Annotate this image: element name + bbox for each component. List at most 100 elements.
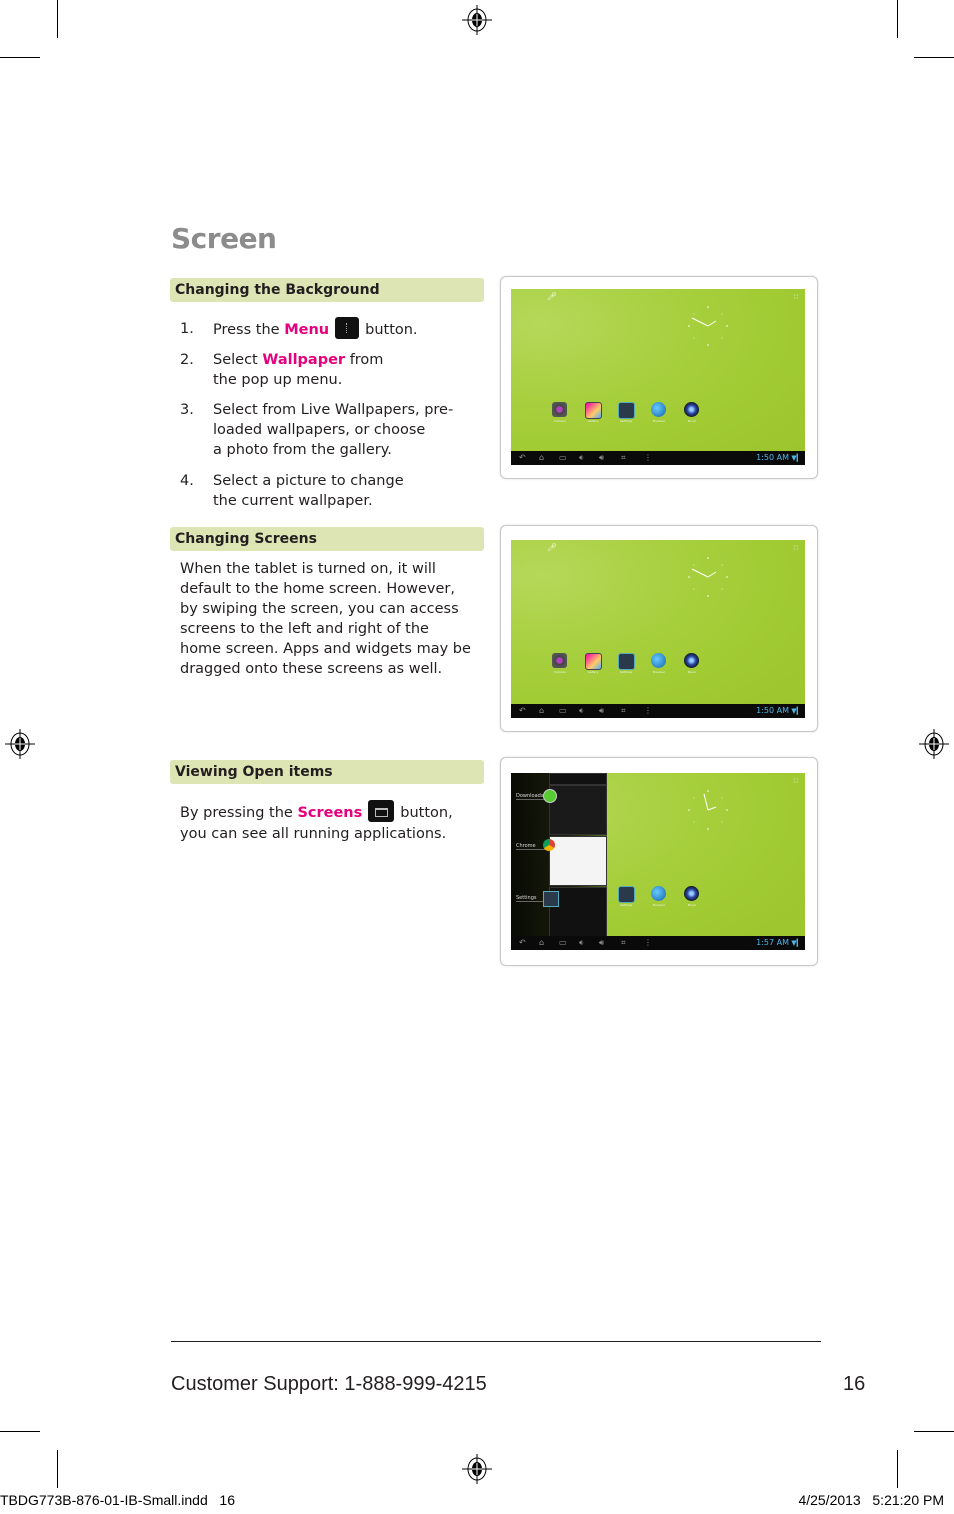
music-app-icon bbox=[684, 653, 699, 668]
camera-app-icon bbox=[552, 653, 567, 668]
recent-thumbnail bbox=[549, 773, 607, 785]
volume-up-icon: 🔊︎ bbox=[599, 938, 605, 947]
back-icon: ↶ bbox=[519, 453, 526, 462]
step-text: Select bbox=[213, 352, 258, 368]
settings-app-icon bbox=[618, 886, 635, 903]
volume-down-icon: 🔉︎ bbox=[579, 706, 585, 715]
screenshot-icon: ⌗ bbox=[621, 938, 626, 947]
analog-clock-icon bbox=[688, 557, 728, 597]
analog-clock-icon bbox=[688, 306, 728, 346]
browser-app-icon bbox=[651, 886, 666, 901]
analog-clock-icon bbox=[688, 790, 728, 830]
step-text: from bbox=[349, 352, 384, 368]
paragraph-line: screens to the left and right of the bbox=[180, 621, 429, 637]
wifi-battery-icon: ▼▎ bbox=[791, 707, 802, 715]
app-label: Camera bbox=[554, 670, 566, 674]
step-2: 2. Select Wallpaper from the pop up menu. bbox=[180, 350, 480, 390]
crop-mark bbox=[0, 57, 40, 58]
step-3: 3. Select from Live Wallpapers, pre-load… bbox=[180, 400, 480, 460]
menu-button-icon bbox=[335, 317, 360, 339]
step-number: 3. bbox=[180, 402, 194, 418]
app-label: Browser bbox=[652, 419, 666, 423]
tablet-home-screen: 🎤︎ ∷ Camera Gallery Settings Browser Mus… bbox=[511, 289, 805, 465]
paragraph-line: you can see all running applications. bbox=[180, 826, 447, 842]
app-label: Music bbox=[687, 903, 697, 907]
app-label: Gallery bbox=[587, 670, 599, 674]
system-navbar: ↶ ⌂ ▭ 🔉︎ 🔊︎ ⌗ ⋮ 1:50 AM ▼▎ bbox=[511, 451, 805, 465]
home-icon: ⌂ bbox=[539, 938, 545, 947]
paragraph-text: button, bbox=[400, 805, 453, 821]
wifi-battery-icon: ▼▎ bbox=[791, 454, 802, 462]
back-icon: ↶ bbox=[519, 706, 526, 715]
footer-divider bbox=[171, 1341, 821, 1342]
step-4: 4. Select a picture to change the current… bbox=[180, 471, 480, 511]
app-label: Music bbox=[687, 670, 697, 674]
apps-grid-icon: ∷ bbox=[793, 777, 799, 785]
downloads-icon bbox=[543, 789, 557, 803]
registration-mark-icon bbox=[462, 1454, 492, 1484]
screens-keyword: Screens bbox=[297, 805, 363, 821]
recent-apps-icon: ▭ bbox=[559, 706, 567, 715]
paragraph-line: When the tablet is turned on, it will bbox=[180, 561, 436, 577]
paragraph-text: By pressing the bbox=[180, 805, 293, 821]
app-label: Settings bbox=[619, 903, 633, 907]
registration-mark-icon bbox=[5, 729, 35, 759]
home-icon: ⌂ bbox=[539, 453, 545, 462]
crop-mark bbox=[57, 0, 58, 38]
volume-up-icon: 🔊︎ bbox=[599, 706, 605, 715]
recent-apps-icon: ▭ bbox=[559, 453, 567, 462]
page-number: 16 bbox=[843, 1373, 866, 1395]
wallpaper-keyword: Wallpaper bbox=[262, 352, 346, 368]
paragraph-line: home screen. Apps and widgets may be bbox=[180, 641, 471, 657]
camera-app-icon bbox=[552, 402, 567, 417]
crop-mark bbox=[914, 57, 954, 58]
browser-app-icon bbox=[651, 653, 666, 668]
screenshot-frame-background: 🎤︎ ∷ Camera Gallery Settings Browser Mus… bbox=[500, 276, 818, 479]
crop-mark bbox=[914, 1431, 954, 1432]
paragraph-line: dragged onto these screens as well. bbox=[180, 661, 443, 677]
gallery-app-icon bbox=[585, 653, 602, 670]
paragraph-line: by swiping the screen, you can access bbox=[180, 601, 459, 617]
crop-mark bbox=[897, 1450, 898, 1488]
step-number: 1. bbox=[180, 321, 194, 337]
changing-screens-paragraph: When the tablet is turned on, it will de… bbox=[180, 559, 480, 679]
chrome-thumbnail[interactable] bbox=[549, 836, 607, 886]
page-title: Screen bbox=[171, 222, 277, 255]
chrome-icon bbox=[543, 839, 555, 851]
tablet-recent-apps-screen: ∷ Downloads Chrome Settings Settings Bro… bbox=[511, 773, 805, 950]
open-items-paragraph: By pressing the Screens button, you can s… bbox=[180, 800, 490, 844]
system-navbar: ↶ ⌂ ▭ 🔉︎ 🔊︎ ⌗ ⋮ 1:50 AM ▼▎ bbox=[511, 704, 805, 718]
app-label: Gallery bbox=[587, 419, 599, 423]
slug-timestamp: 4/25/2013 5:21:20 PM bbox=[798, 1492, 944, 1508]
step-text: loaded wallpapers, or choose bbox=[213, 422, 426, 438]
settings-app-icon bbox=[618, 653, 635, 670]
crop-mark bbox=[0, 1431, 40, 1432]
downloads-thumbnail[interactable] bbox=[549, 785, 607, 835]
recent-apps-panel: Downloads Chrome Settings bbox=[511, 773, 607, 950]
step-text: Select a picture to change bbox=[213, 473, 404, 489]
volume-down-icon: 🔉︎ bbox=[579, 938, 585, 947]
app-label: Settings bbox=[619, 670, 633, 674]
status-time: 1:57 AM bbox=[756, 938, 789, 947]
step-text: Select from Live Wallpapers, pre- bbox=[213, 402, 454, 418]
crop-mark bbox=[897, 0, 898, 38]
section-heading-open-items: Viewing Open items bbox=[170, 760, 484, 784]
volume-down-icon: 🔉︎ bbox=[579, 453, 585, 462]
wifi-battery-icon: ▼▎ bbox=[791, 939, 802, 947]
step-text: the current wallpaper. bbox=[213, 493, 373, 509]
app-label: Camera bbox=[554, 419, 566, 423]
menu-keyword: Menu bbox=[284, 322, 330, 338]
screenshot-icon: ⌗ bbox=[621, 706, 626, 715]
step-text: the pop up menu. bbox=[213, 372, 343, 388]
menu-icon: ⋮ bbox=[644, 938, 652, 947]
screenshot-icon: ⌗ bbox=[621, 453, 626, 462]
status-time: 1:50 AM bbox=[756, 453, 789, 462]
status-time: 1:50 AM bbox=[756, 706, 789, 715]
app-label: Settings bbox=[619, 419, 633, 423]
step-number: 2. bbox=[180, 352, 194, 368]
section-heading-background: Changing the Background bbox=[170, 278, 484, 302]
crop-mark bbox=[57, 1450, 58, 1488]
screenshot-frame-screens: 🎤︎ ∷ Camera Gallery Settings Browser Mus… bbox=[500, 525, 818, 732]
slug-filename: TBDG773B-876-01-IB-Small.indd 16 bbox=[0, 1492, 235, 1508]
music-app-icon bbox=[684, 886, 699, 901]
